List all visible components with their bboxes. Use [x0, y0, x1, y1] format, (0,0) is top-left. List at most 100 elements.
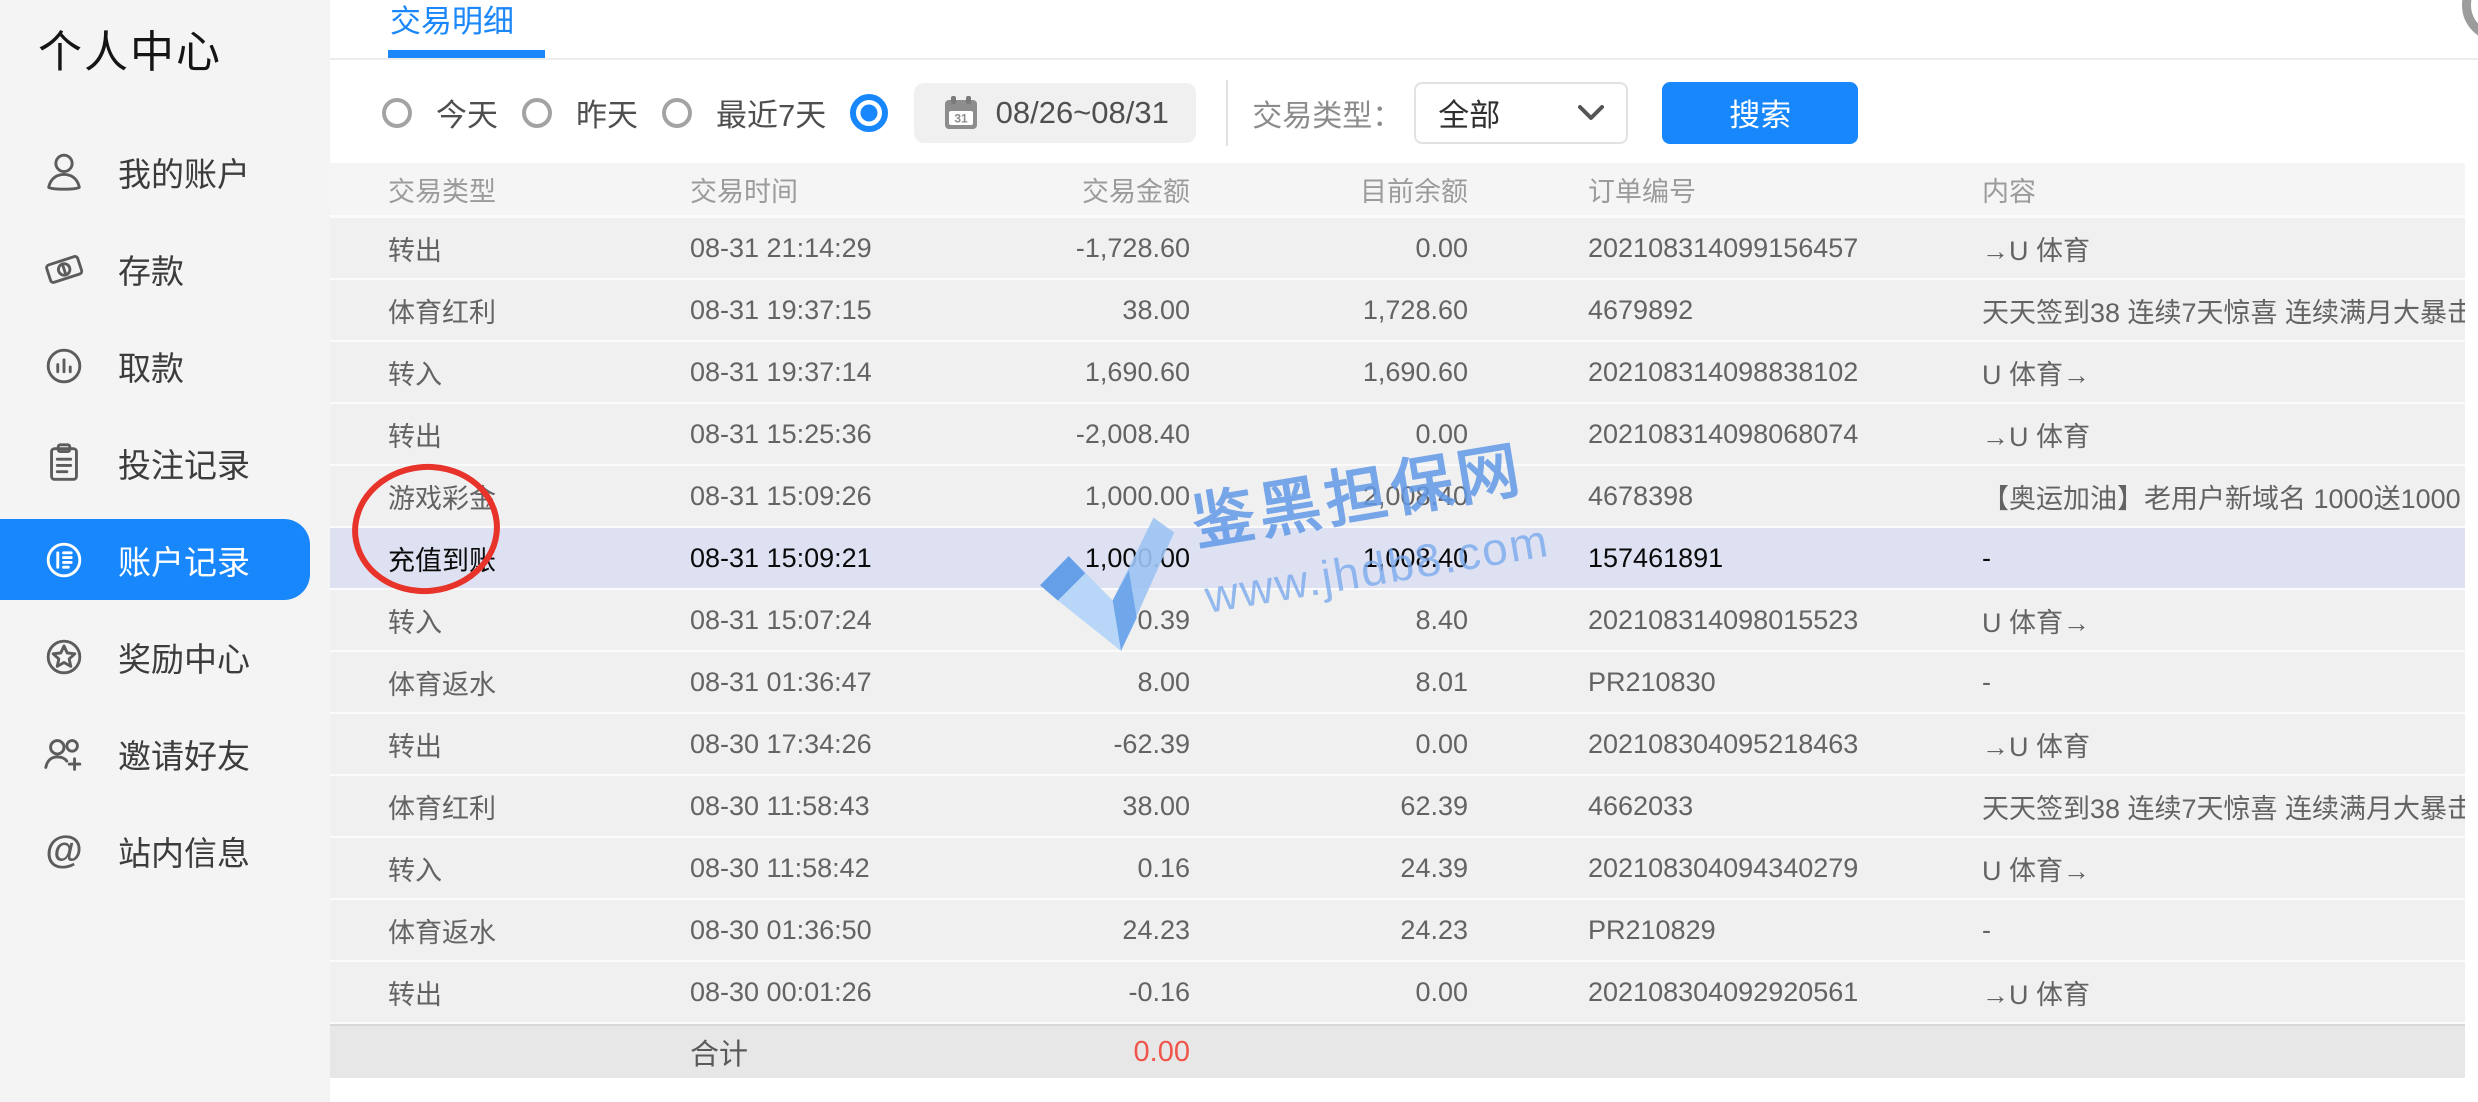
radio-yesterday[interactable]: 昨天	[522, 90, 638, 135]
cell-balance: 8.40	[1190, 605, 1468, 636]
user-icon	[40, 148, 88, 196]
cell-amount: -1,728.60	[1010, 233, 1190, 264]
cell-type: 转入	[330, 601, 690, 640]
sidebar-item-site-messages[interactable]: @ 站内信息	[0, 802, 330, 899]
cell-type: 转出	[330, 725, 690, 764]
cell-amount: 1,000.00	[1010, 543, 1190, 574]
sidebar-item-deposit[interactable]: 存款	[0, 220, 330, 317]
filter-bar: 今天 昨天 最近7天 31 08/26~08/31 交易类型： 全部 搜索	[330, 62, 2478, 163]
sidebar-item-label: 邀请好友	[118, 730, 250, 778]
cell-balance: 24.23	[1190, 915, 1468, 946]
cell-order: 202108314098838102	[1468, 357, 1982, 388]
footer-total-label: 合计	[690, 1031, 1010, 1073]
cell-type: 体育红利	[330, 291, 690, 330]
table-row: 转入 08-31 19:37:14 1,690.60 1,690.60 2021…	[330, 342, 2465, 404]
cell-content: U 体育→	[1982, 353, 2465, 392]
sidebar: 个人中心 我的账户 存款 取款 投注记录 账户记录 奖励中心 邀请好友 @ 站内…	[0, 0, 330, 1102]
cell-time: 08-30 11:58:43	[690, 791, 1010, 822]
table-row: 体育返水 08-30 01:36:50 24.23 24.23 PR210829…	[330, 900, 2465, 962]
chevron-down-icon	[1578, 105, 1604, 121]
cell-order: 202108304094340279	[1468, 853, 1982, 884]
cell-balance: 8.01	[1190, 667, 1468, 698]
cell-amount: 24.23	[1010, 915, 1190, 946]
search-button[interactable]: 搜索	[1662, 82, 1858, 144]
table-row: 转入 08-30 11:58:42 0.16 24.39 20210830409…	[330, 838, 2465, 900]
at-sign-icon: @	[40, 827, 88, 875]
cell-time: 08-31 15:09:21	[690, 543, 1010, 574]
date-range-value: 08/26~08/31	[996, 95, 1169, 131]
page-title: 个人中心	[38, 16, 222, 80]
cell-time: 08-31 15:07:24	[690, 605, 1010, 636]
tab-transaction-details[interactable]: 交易明细	[390, 0, 514, 41]
cell-balance: 2,008.40	[1190, 481, 1468, 512]
cell-time: 08-31 21:14:29	[690, 233, 1010, 264]
table-row: 转出 08-30 00:01:26 -0.16 0.00 20210830409…	[330, 962, 2465, 1024]
sidebar-item-invite-friends[interactable]: 邀请好友	[0, 705, 330, 802]
cell-amount: 1,000.00	[1010, 481, 1190, 512]
cell-amount: 0.16	[1010, 853, 1190, 884]
table-row: 转入 08-31 15:07:24 0.39 8.40 202108314098…	[330, 590, 2465, 652]
select-value: 全部	[1438, 90, 1500, 135]
cell-content: -	[1982, 543, 2465, 574]
cell-balance: 24.39	[1190, 853, 1468, 884]
table-row: 转出 08-31 21:14:29 -1,728.60 0.00 2021083…	[330, 218, 2465, 280]
cell-content: U 体育→	[1982, 601, 2465, 640]
cell-order: 202108314098068074	[1468, 419, 1982, 450]
sidebar-item-label: 存款	[118, 245, 184, 293]
cell-time: 08-31 19:37:15	[690, 295, 1010, 326]
footer-total-value: 0.00	[1010, 1036, 1190, 1069]
sidebar-item-label: 投注记录	[118, 439, 250, 487]
divider	[1226, 80, 1228, 146]
table-row: 充值到账 08-31 15:09:21 1,000.00 1,008.40 15…	[330, 528, 2465, 590]
cell-type: 转入	[330, 849, 690, 888]
cell-order: 4678398	[1468, 481, 1982, 512]
sidebar-item-my-account[interactable]: 我的账户	[0, 123, 330, 220]
radio-label: 今天	[436, 90, 498, 135]
radio-custom-range-selected[interactable]	[850, 94, 888, 132]
cell-amount: 0.39	[1010, 605, 1190, 636]
sidebar-item-label: 站内信息	[118, 827, 250, 875]
cell-type: 转入	[330, 353, 690, 392]
table-row: 体育返水 08-31 01:36:47 8.00 8.01 PR210830 -	[330, 652, 2465, 714]
cell-content: →U 体育	[1982, 725, 2465, 764]
svg-text:31: 31	[954, 111, 968, 125]
cell-time: 08-31 15:09:26	[690, 481, 1010, 512]
sidebar-menu: 我的账户 存款 取款 投注记录 账户记录 奖励中心 邀请好友 @ 站内信息	[0, 123, 330, 899]
transaction-type-select[interactable]: 全部	[1414, 82, 1628, 144]
reward-star-icon	[40, 633, 88, 681]
radio-label: 最近7天	[716, 90, 826, 135]
table-row: 体育红利 08-31 19:37:15 38.00 1,728.60 46798…	[330, 280, 2465, 342]
cell-balance: 0.00	[1190, 977, 1468, 1008]
radio-today[interactable]: 今天	[382, 90, 498, 135]
radio-last-7-days[interactable]: 最近7天	[662, 90, 826, 135]
cell-amount: 38.00	[1010, 791, 1190, 822]
col-header-order: 订单编号	[1468, 170, 1982, 209]
cell-balance: 0.00	[1190, 419, 1468, 450]
cell-order: PR210829	[1468, 915, 1982, 946]
table-row: 游戏彩金 08-31 15:09:26 1,000.00 2,008.40 46…	[330, 466, 2465, 528]
cell-amount: 8.00	[1010, 667, 1190, 698]
cell-content: 天天签到38 连续7天惊喜 连续满月大暴击	[1982, 787, 2465, 826]
date-range-picker[interactable]: 31 08/26~08/31	[914, 83, 1196, 143]
table-header: 交易类型 交易时间 交易金额 目前余额 订单编号 内容	[330, 163, 2465, 218]
cell-amount: -2,008.40	[1010, 419, 1190, 450]
col-header-time: 交易时间	[690, 170, 1010, 209]
sidebar-item-bet-records[interactable]: 投注记录	[0, 414, 330, 511]
banknote-icon	[40, 245, 88, 293]
cell-type: 体育红利	[330, 787, 690, 826]
sidebar-item-reward-center[interactable]: 奖励中心	[0, 608, 330, 705]
radio-circle	[522, 98, 552, 128]
cell-order: PR210830	[1468, 667, 1982, 698]
withdraw-icon	[40, 342, 88, 390]
sidebar-item-account-records[interactable]: 账户记录	[0, 519, 310, 600]
cell-balance: 62.39	[1190, 791, 1468, 822]
cell-time: 08-31 15:25:36	[690, 419, 1010, 450]
cell-order: 202108304092920561	[1468, 977, 1982, 1008]
cell-content: -	[1982, 915, 2465, 946]
cell-order: 4662033	[1468, 791, 1982, 822]
sidebar-item-withdraw[interactable]: 取款	[0, 317, 330, 414]
account-records-icon	[40, 536, 88, 584]
cell-balance: 1,690.60	[1190, 357, 1468, 388]
cell-balance: 0.00	[1190, 729, 1468, 760]
transaction-type-label: 交易类型：	[1252, 91, 1402, 135]
